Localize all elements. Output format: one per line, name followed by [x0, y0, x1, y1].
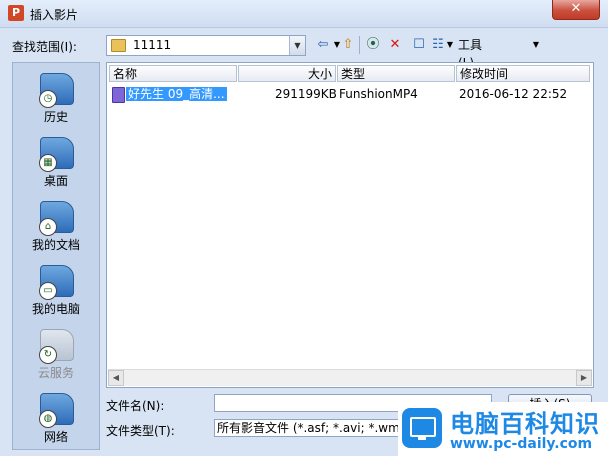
folder-icon: [111, 39, 126, 52]
filetype-label: 文件类型(T):: [106, 424, 175, 438]
place-network[interactable]: ◍ 网络: [13, 387, 99, 447]
scroll-left-icon[interactable]: ◀: [108, 370, 124, 386]
views-icon[interactable]: ☷: [430, 36, 446, 54]
views-dropdown-icon[interactable]: ▼: [446, 36, 454, 54]
column-header-type[interactable]: 类型: [337, 65, 455, 82]
watermark: 电脑百科知识 www.pc-daily.com: [398, 402, 608, 456]
network-icon: ◍: [39, 393, 74, 428]
file-type: FunshionMP4: [339, 87, 418, 101]
look-in-label: 查找范围(I):: [12, 40, 77, 54]
close-button[interactable]: ✕: [552, 0, 600, 20]
column-header-size[interactable]: 大小: [238, 65, 336, 82]
chevron-down-icon[interactable]: ▼: [289, 36, 305, 55]
horizontal-scrollbar[interactable]: ◀ ▶: [108, 369, 592, 386]
new-folder-icon[interactable]: ☐: [410, 36, 428, 54]
place-label: 网络: [43, 430, 68, 444]
place-my-documents[interactable]: ⌂ 我的文档: [13, 195, 99, 255]
place-history[interactable]: ◷ 历史: [13, 67, 99, 127]
tools-menu[interactable]: 工具(L): [458, 36, 498, 70]
up-folder-icon[interactable]: ⇧: [340, 36, 356, 54]
file-list[interactable]: 名称 大小 类型 修改时间 好先生 09_高清... 291199KB Funs…: [106, 62, 594, 388]
back-icon[interactable]: ⇦: [314, 36, 332, 54]
delete-icon[interactable]: ✕: [386, 36, 404, 54]
desktop-icon: ▦: [39, 137, 74, 172]
look-in-combo[interactable]: 11111 ▼: [106, 35, 306, 56]
watermark-url: www.pc-daily.com: [450, 436, 593, 452]
place-label: 我的电脑: [31, 302, 80, 316]
monitor-logo-icon: [402, 408, 442, 448]
table-row[interactable]: 好先生 09_高清... 291199KB FunshionMP4 2016-0…: [109, 85, 589, 103]
file-modified: 2016-06-12 22:52: [459, 87, 568, 101]
place-my-computer[interactable]: ▭ 我的电脑: [13, 259, 99, 319]
documents-icon: ⌂: [39, 201, 74, 236]
place-label: 历史: [43, 110, 68, 124]
place-label: 桌面: [43, 174, 68, 188]
history-icon: ◷: [39, 73, 74, 108]
filename-label: 文件名(N):: [106, 399, 165, 413]
column-header-modified[interactable]: 修改时间: [456, 65, 590, 82]
scroll-right-icon[interactable]: ▶: [576, 370, 592, 386]
search-web-icon[interactable]: ⦿: [364, 36, 382, 54]
computer-icon: ▭: [39, 265, 74, 300]
app-icon: P: [8, 5, 24, 21]
place-label: 我的文档: [31, 238, 80, 252]
toolbar-separator: [359, 36, 360, 54]
video-file-icon: [112, 87, 125, 103]
title-bar: P 插入影片 ✕: [0, 0, 608, 28]
file-size: 291199KB: [275, 87, 337, 101]
watermark-title: 电脑百科知识: [450, 410, 600, 438]
column-header-name[interactable]: 名称: [109, 65, 237, 82]
file-name[interactable]: 好先生 09_高清...: [126, 87, 227, 101]
places-bar: ◷ 历史 ▦ 桌面 ⌂ 我的文档 ▭ 我的电脑 ↻ 云服务 ◍ 网络: [12, 62, 100, 450]
window-title: 插入影片: [30, 8, 79, 22]
tools-dropdown-icon[interactable]: ▼: [530, 36, 542, 54]
place-desktop[interactable]: ▦ 桌面: [13, 131, 99, 191]
place-cloud: ↻ 云服务: [13, 323, 99, 383]
cloud-icon: ↻: [39, 329, 74, 364]
place-label: 云服务: [37, 366, 74, 380]
look-in-value: 11111: [133, 38, 172, 52]
